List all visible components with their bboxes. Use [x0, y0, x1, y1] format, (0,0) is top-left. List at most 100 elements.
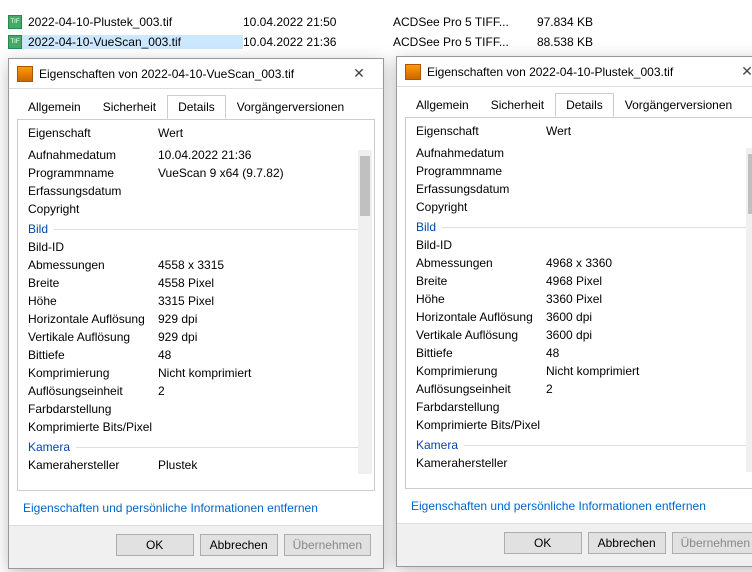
cancel-button[interactable]: Abbrechen — [588, 532, 666, 554]
tab-sicherheit[interactable]: Sicherheit — [480, 93, 555, 117]
details-scroll[interactable]: Aufnahmedatum Programmname Erfassungsdatum… — [406, 144, 752, 476]
property-row[interactable]: Aufnahmedatum — [416, 144, 752, 162]
property-row[interactable]: Bittiefe48 — [28, 346, 364, 364]
property-row[interactable]: Abmessungen4558 x 3315 — [28, 256, 364, 274]
property-name: Farbdarstellung — [28, 402, 158, 416]
property-row[interactable]: Vertikale Auflösung3600 dpi — [416, 326, 752, 344]
property-row[interactable]: Kamerahersteller — [416, 454, 752, 472]
property-value: 3600 dpi — [546, 310, 752, 324]
scrollbar-thumb[interactable] — [748, 154, 752, 214]
section-header: Kamera — [416, 434, 752, 454]
file-name: 2022-04-10-VueScan_003.tif — [28, 35, 243, 49]
property-name: Breite — [28, 276, 158, 290]
property-name: Komprimierung — [28, 366, 158, 380]
property-row[interactable]: Bild-ID — [28, 238, 364, 256]
property-name: Erfassungsdatum — [416, 182, 546, 196]
details-scroll[interactable]: Aufnahmedatum10.04.2022 21:36Programmnam… — [18, 146, 374, 478]
property-row[interactable]: Erfassungsdatum — [416, 180, 752, 198]
file-row-partial[interactable] — [0, 0, 752, 12]
tab-allgemein[interactable]: Allgemein — [17, 95, 92, 119]
file-row[interactable]: TIF 2022-04-10-VueScan_003.tif 10.04.202… — [0, 32, 752, 52]
property-row[interactable]: KameraherstellerPlustek — [28, 456, 364, 474]
window-title: Eigenschaften von 2022-04-10-VueScan_003… — [39, 67, 343, 81]
remove-properties-link[interactable]: Eigenschaften und persönliche Informatio… — [9, 491, 383, 525]
property-name: Auflösungseinheit — [28, 384, 158, 398]
tab-sicherheit[interactable]: Sicherheit — [92, 95, 167, 119]
tab-allgemein[interactable]: Allgemein — [405, 93, 480, 117]
ok-button[interactable]: OK — [504, 532, 582, 554]
property-value: 10.04.2022 21:36 — [158, 148, 364, 162]
tab-details[interactable]: Details — [167, 95, 226, 119]
details-panel: Eigenschaft Wert Aufnahmedatum10.04.2022… — [17, 119, 375, 491]
property-name: Copyright — [416, 200, 546, 214]
property-value: 4968 x 3360 — [546, 256, 752, 270]
property-row[interactable]: Komprimierte Bits/Pixel — [28, 418, 364, 436]
titlebar[interactable]: Eigenschaften von 2022-04-10-VueScan_003… — [9, 59, 383, 89]
property-value: 4558 x 3315 — [158, 258, 364, 272]
ok-button[interactable]: OK — [116, 534, 194, 556]
apply-button[interactable]: Übernehmen — [284, 534, 371, 556]
property-row[interactable]: Breite4968 Pixel — [416, 272, 752, 290]
file-row[interactable]: TIF 2022-04-10-Plustek_003.tif 10.04.202… — [0, 12, 752, 32]
property-row[interactable]: Erfassungsdatum — [28, 182, 364, 200]
property-row[interactable]: Höhe3360 Pixel — [416, 290, 752, 308]
property-name: Komprimierte Bits/Pixel — [28, 420, 158, 434]
property-row[interactable]: Abmessungen4968 x 3360 — [416, 254, 752, 272]
property-row[interactable]: KomprimierungNicht komprimiert — [416, 362, 752, 380]
property-value: 3600 dpi — [546, 328, 752, 342]
property-name: Aufnahmedatum — [28, 148, 158, 162]
apply-button[interactable]: Übernehmen — [672, 532, 752, 554]
titlebar[interactable]: Eigenschaften von 2022-04-10-Plustek_003… — [397, 57, 752, 87]
property-value: 4558 Pixel — [158, 276, 364, 290]
property-value: 48 — [546, 346, 752, 360]
remove-properties-link[interactable]: Eigenschaften und persönliche Informatio… — [397, 489, 752, 523]
property-row[interactable]: Farbdarstellung — [28, 400, 364, 418]
property-name: Komprimierte Bits/Pixel — [416, 418, 546, 432]
section-header: Bild — [28, 218, 364, 238]
property-row[interactable]: Programmname — [416, 162, 752, 180]
property-row[interactable]: Vertikale Auflösung929 dpi — [28, 328, 364, 346]
scrollbar-thumb[interactable] — [360, 156, 370, 216]
details-header: Eigenschaft Wert — [18, 120, 374, 146]
property-value: 48 — [158, 348, 364, 362]
property-row[interactable]: Horizontale Auflösung3600 dpi — [416, 308, 752, 326]
header-value: Wert — [158, 126, 364, 140]
property-name: Programmname — [416, 164, 546, 178]
file-size: 88.538 KB — [513, 35, 593, 49]
tab-details[interactable]: Details — [555, 93, 614, 117]
property-row[interactable]: Auflösungseinheit2 — [28, 382, 364, 400]
property-row[interactable]: Auflösungseinheit2 — [416, 380, 752, 398]
property-row[interactable]: Breite4558 Pixel — [28, 274, 364, 292]
property-value: Plustek — [158, 458, 364, 472]
close-button[interactable]: ✕ — [731, 60, 752, 84]
property-row[interactable]: Komprimierte Bits/Pixel — [416, 416, 752, 434]
tif-icon: TIF — [8, 15, 22, 29]
property-name: Vertikale Auflösung — [416, 328, 546, 342]
property-name: Programmname — [28, 166, 158, 180]
property-name: Abmessungen — [28, 258, 158, 272]
file-size: 97.834 KB — [513, 15, 593, 29]
property-row[interactable]: Bittiefe48 — [416, 344, 752, 362]
property-row[interactable]: Aufnahmedatum10.04.2022 21:36 — [28, 146, 364, 164]
property-row[interactable]: KomprimierungNicht komprimiert — [28, 364, 364, 382]
scrollbar[interactable] — [358, 150, 372, 474]
tab-vorgaengerversionen[interactable]: Vorgängerversionen — [614, 93, 743, 117]
tab-vorgaengerversionen[interactable]: Vorgängerversionen — [226, 95, 355, 119]
property-name: Erfassungsdatum — [28, 184, 158, 198]
property-name: Bittiefe — [416, 346, 546, 360]
property-row[interactable]: Höhe3315 Pixel — [28, 292, 364, 310]
property-row[interactable]: Bild-ID — [416, 236, 752, 254]
property-name: Aufnahmedatum — [416, 146, 546, 160]
close-button[interactable]: ✕ — [343, 62, 375, 86]
property-name: Höhe — [28, 294, 158, 308]
scrollbar[interactable] — [746, 148, 752, 472]
properties-dialog-vuescan: Eigenschaften von 2022-04-10-VueScan_003… — [8, 58, 384, 569]
property-row[interactable]: Copyright — [416, 198, 752, 216]
cancel-button[interactable]: Abbrechen — [200, 534, 278, 556]
property-row[interactable]: Copyright — [28, 200, 364, 218]
property-row[interactable]: ProgrammnameVueScan 9 x64 (9.7.82) — [28, 164, 364, 182]
file-type: ACDSee Pro 5 TIFF... — [393, 35, 513, 49]
property-value: Nicht komprimiert — [158, 366, 364, 380]
property-row[interactable]: Farbdarstellung — [416, 398, 752, 416]
property-row[interactable]: Horizontale Auflösung929 dpi — [28, 310, 364, 328]
